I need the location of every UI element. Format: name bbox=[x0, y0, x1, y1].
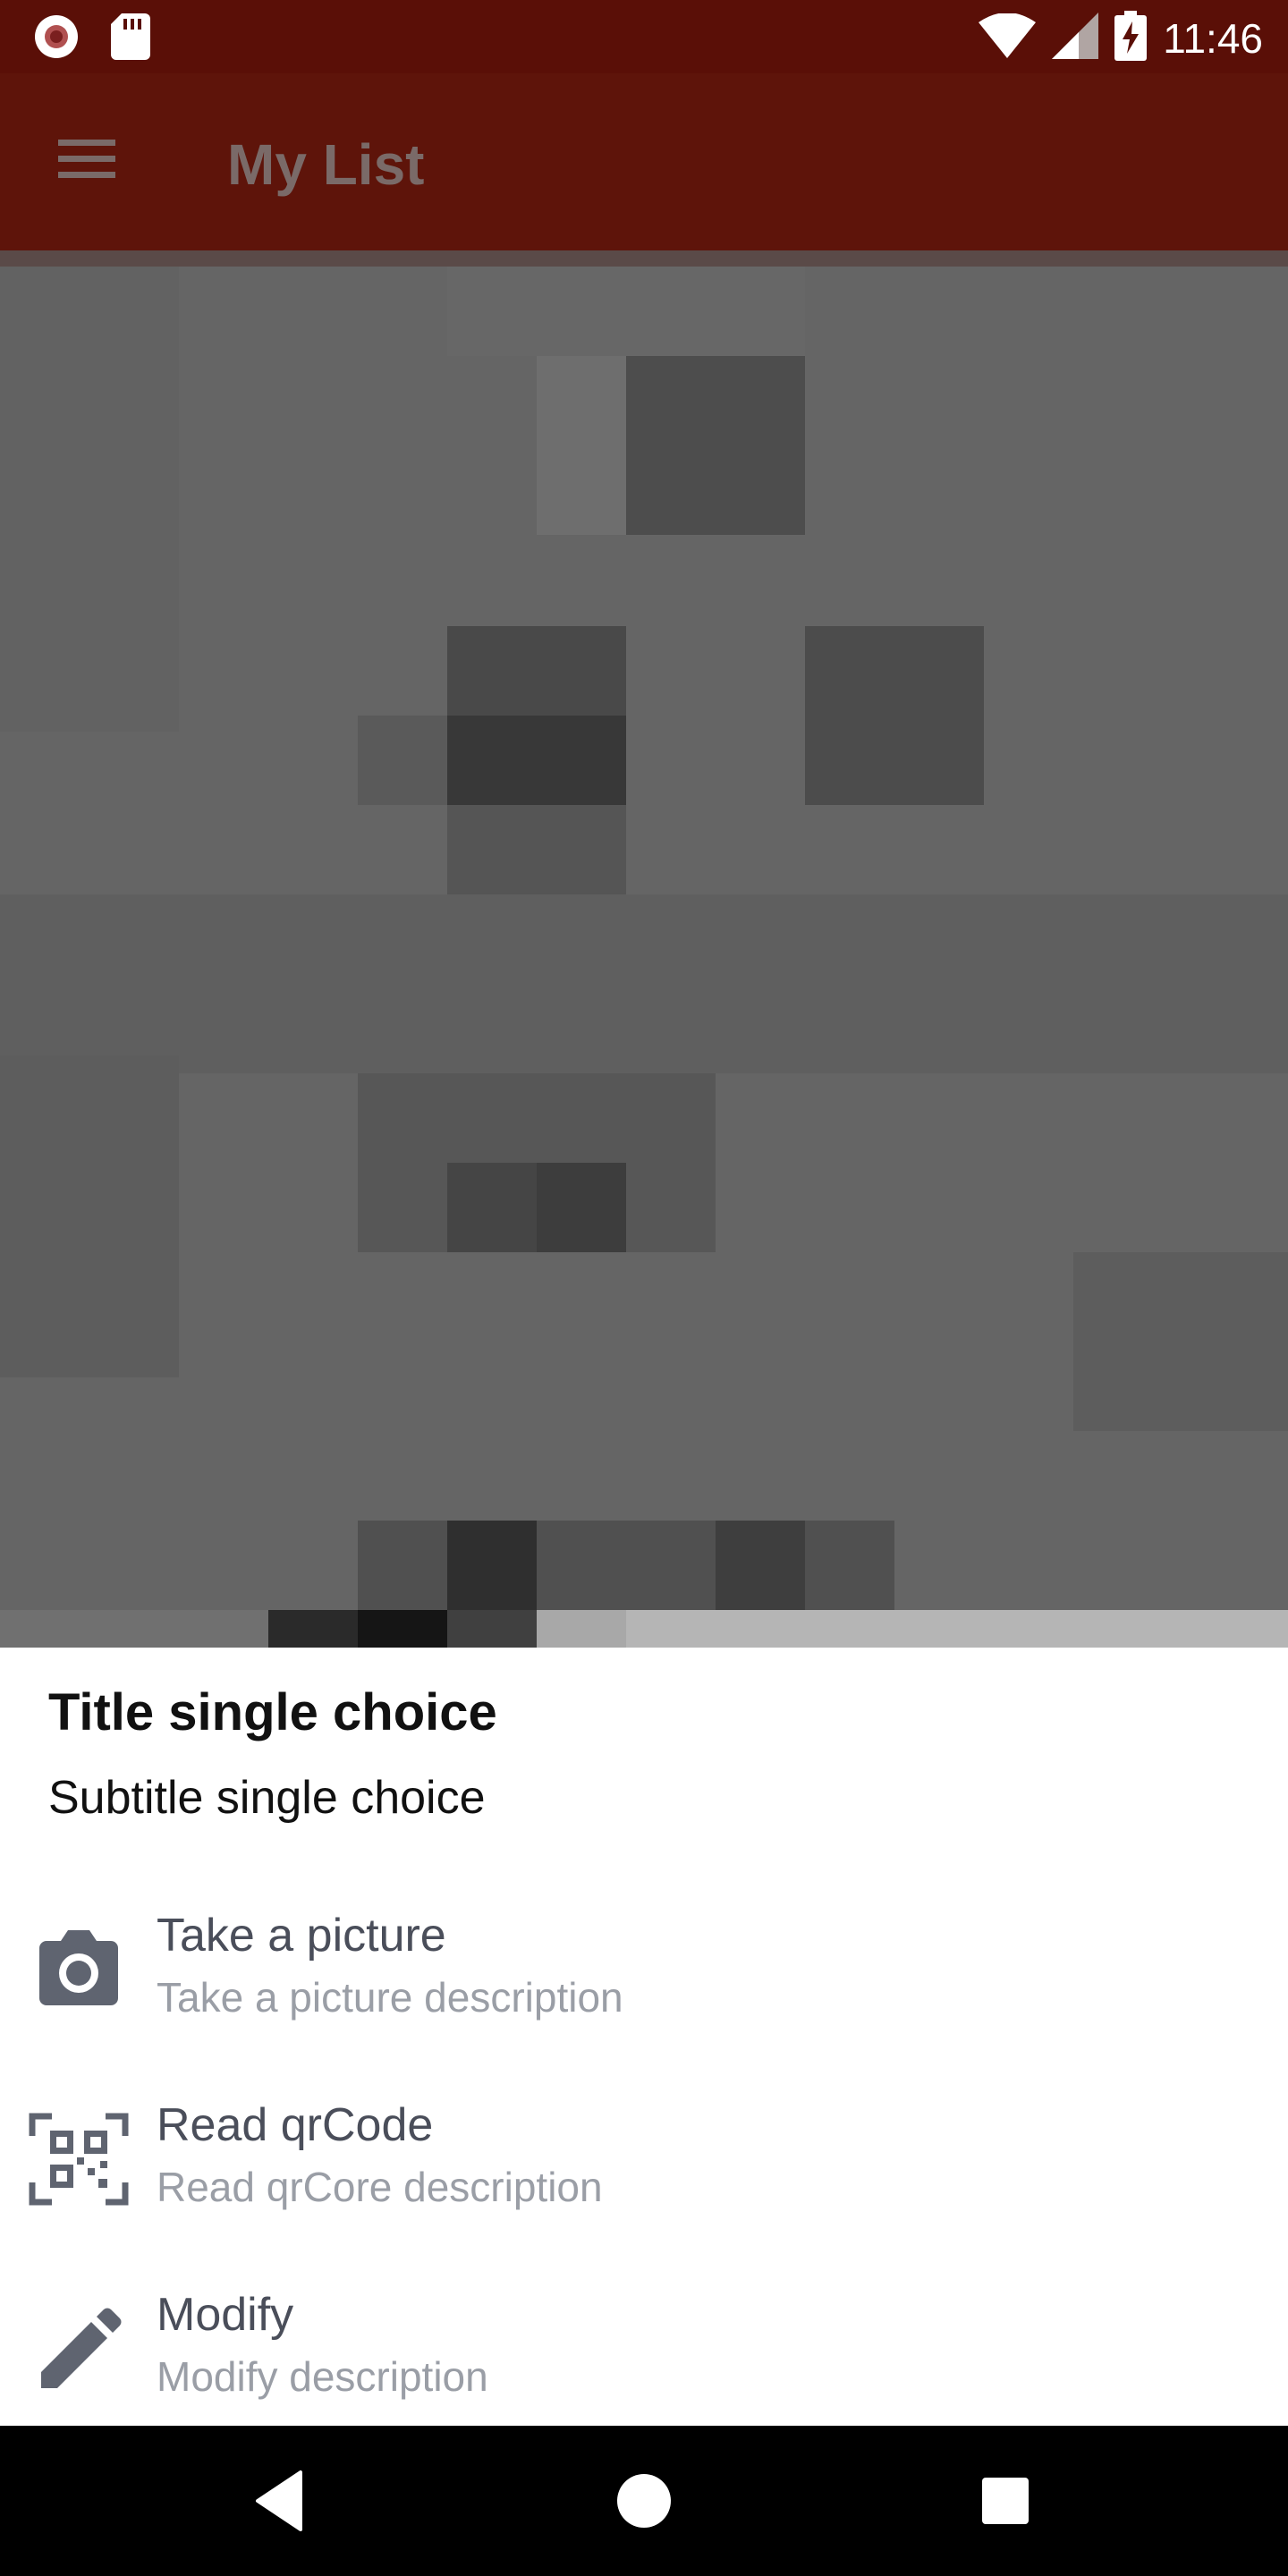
app-toolbar: My List bbox=[0, 73, 1288, 250]
hamburger-menu-icon[interactable] bbox=[47, 127, 127, 199]
camera-icon bbox=[29, 1919, 129, 2020]
navigation-bar bbox=[0, 2426, 1288, 2576]
choice-take-picture[interactable]: Take a picture Take a picture descriptio… bbox=[0, 1884, 1288, 2073]
choice-read-qrcode[interactable]: Read qrCode Read qrCore description bbox=[0, 2073, 1288, 2263]
cell-signal-icon bbox=[1052, 13, 1099, 64]
choice-label: Take a picture bbox=[157, 1910, 446, 1962]
page-title: My List bbox=[227, 132, 425, 197]
pencil-icon bbox=[29, 2299, 129, 2399]
bottom-sheet: Title single choice Subtitle single choi… bbox=[0, 1648, 1288, 2426]
choice-description: Modify description bbox=[157, 2353, 488, 2400]
choice-description: Take a picture description bbox=[157, 1974, 623, 2021]
back-icon[interactable] bbox=[247, 2465, 318, 2537]
dimmed-content bbox=[0, 250, 1288, 1648]
wifi-icon bbox=[979, 13, 1037, 63]
background-image bbox=[0, 250, 1288, 1648]
record-icon bbox=[32, 13, 80, 65]
clock: 11:46 bbox=[1163, 14, 1263, 62]
recents-icon[interactable] bbox=[970, 2465, 1041, 2537]
qr-code-icon bbox=[29, 2109, 129, 2209]
battery-charging-icon bbox=[1114, 11, 1148, 65]
sd-card-icon bbox=[111, 13, 150, 64]
home-icon[interactable] bbox=[608, 2465, 680, 2537]
status-bar: 11:46 bbox=[0, 0, 1288, 73]
choice-label: Read qrCode bbox=[157, 2099, 434, 2151]
choice-modify[interactable]: Modify Modify description bbox=[0, 2263, 1288, 2453]
choice-label: Modify bbox=[157, 2289, 294, 2341]
choice-description: Read qrCore description bbox=[157, 2164, 603, 2210]
sheet-title: Title single choice bbox=[48, 1683, 497, 1741]
sheet-subtitle: Subtitle single choice bbox=[48, 1772, 486, 1824]
